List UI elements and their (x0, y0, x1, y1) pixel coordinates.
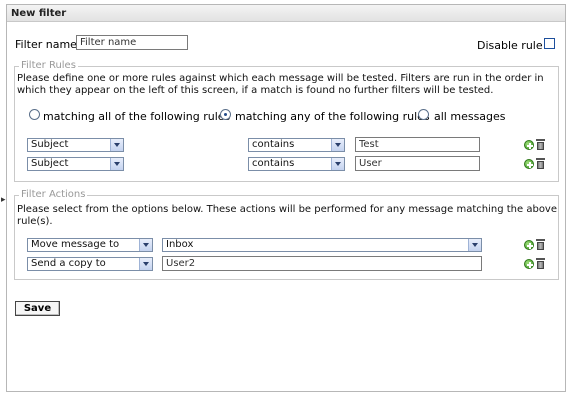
match-any-radio[interactable] (220, 109, 231, 120)
action-1-value: Move message to (31, 239, 120, 250)
filter-rules-fieldset: Filter Rules Please define one or more r… (14, 60, 559, 182)
rule-1-operator-value: contains (252, 139, 295, 150)
save-button[interactable]: Save (15, 301, 60, 316)
filter-name-input[interactable] (76, 35, 188, 50)
add-action-icon[interactable] (524, 259, 534, 269)
rule-2-operator-value: contains (252, 158, 295, 169)
match-all-radio[interactable] (29, 109, 40, 120)
add-action-icon[interactable] (524, 240, 534, 250)
chevron-down-icon (110, 158, 123, 170)
rule-1-field-value: Subject (31, 139, 69, 150)
action-1-select[interactable]: Move message to (27, 238, 153, 252)
new-filter-panel: New filter Filter name Disable rule Filt… (6, 4, 566, 392)
rule-2-field-value: Subject (31, 158, 69, 169)
action-1-target-select[interactable]: Inbox (162, 238, 482, 252)
chevron-down-icon (331, 158, 344, 170)
rule-2-value-input[interactable] (355, 156, 480, 171)
rule-1-value-input[interactable] (355, 137, 480, 152)
delete-action-icon[interactable] (536, 239, 545, 250)
filter-name-label: Filter name (15, 38, 77, 51)
all-messages-radio[interactable] (418, 109, 429, 120)
rule-1-field-select[interactable]: Subject (27, 138, 124, 152)
disable-rule-label: Disable rule (477, 39, 543, 52)
chevron-down-icon (468, 239, 481, 251)
action-2-select[interactable]: Send a copy to (27, 257, 153, 271)
rule-1-operator-select[interactable]: contains (248, 138, 345, 152)
all-messages-label: all messages (434, 110, 506, 123)
match-any-label: matching any of the following rules (235, 110, 430, 123)
delete-action-icon[interactable] (536, 258, 545, 269)
delete-rule-icon[interactable] (536, 139, 545, 150)
chevron-down-icon (331, 139, 344, 151)
action-2-value: Send a copy to (31, 258, 106, 269)
chevron-down-icon (139, 239, 152, 251)
filter-actions-fieldset: Filter Actions Please select from the op… (14, 189, 559, 280)
filter-rules-legend: Filter Rules (19, 60, 78, 72)
filter-rules-description: Please define one or more rules against … (17, 73, 544, 96)
disable-rule-checkbox[interactable] (544, 38, 555, 49)
chevron-down-icon (139, 258, 152, 270)
action-2-target-input[interactable] (162, 256, 482, 271)
filter-actions-legend: Filter Actions (19, 189, 88, 201)
add-rule-icon[interactable] (524, 140, 534, 150)
filter-actions-description: Please select from the options below. Th… (17, 204, 558, 227)
delete-rule-icon[interactable] (536, 158, 545, 169)
rule-2-operator-select[interactable]: contains (248, 157, 345, 171)
rule-2-field-select[interactable]: Subject (27, 157, 124, 171)
panel-title: New filter (7, 5, 565, 22)
match-all-label: matching all of the following rules (43, 110, 231, 123)
chevron-down-icon (110, 139, 123, 151)
add-rule-icon[interactable] (524, 159, 534, 169)
side-marker: ▸ (1, 195, 6, 205)
action-1-target-value: Inbox (166, 239, 194, 250)
